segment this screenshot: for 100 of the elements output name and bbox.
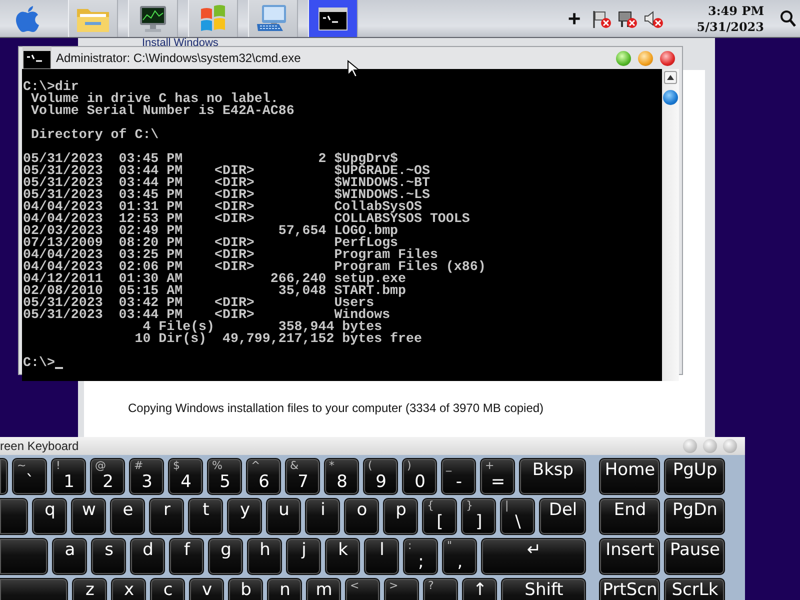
console-line: 04/04/2023 01:31 PM <DIR> CollabSysOS	[23, 201, 422, 213]
search-icon[interactable]	[780, 10, 796, 28]
window-title: Install Windows	[142, 37, 218, 49]
keyboard-key[interactable]: b	[228, 578, 263, 600]
keyboard-key[interactable]: ! 1	[51, 458, 86, 495]
console-line: 05/31/2023 03:42 PM <DIR> Users	[23, 297, 374, 309]
keyboard-key[interactable]: { [	[422, 498, 457, 535]
add-button[interactable]: +	[568, 6, 581, 32]
keyboard-key[interactable]: Insert	[599, 538, 660, 575]
keyboard-key[interactable]: ^ 6	[246, 458, 281, 495]
console-line: 02/08/2010 05:15 AM 35,048 START.bmp	[23, 285, 408, 297]
scrollbar[interactable]	[662, 69, 679, 381]
close-button[interactable]	[660, 50, 675, 66]
progress-status-text: Copying Windows installation files to your computer (3334 of 3970 MB copied)	[128, 401, 544, 415]
keyboard-key[interactable]: Home	[599, 458, 660, 495]
keyboard-key[interactable]: k	[325, 538, 360, 575]
keyboard-key[interactable]: g	[208, 538, 243, 575]
clock-time: 3:49 PM	[708, 2, 764, 18]
console-line: 04/04/2023 12:53 PM <DIR> COLLABSYSOS TOOLS	[23, 213, 471, 225]
keyboard-key[interactable]: y	[227, 498, 262, 535]
keyboard-key[interactable]: x	[111, 578, 146, 600]
keyboard-key[interactable]: # 3	[129, 458, 164, 495]
keyboard-key[interactable]: ↑	[462, 578, 497, 600]
keyboard-key[interactable]: >	[384, 578, 419, 600]
keyboard-key[interactable]: j	[286, 538, 321, 575]
keyboard-key[interactable]: q	[32, 498, 67, 535]
taskbar-button[interactable]	[128, 0, 178, 37]
keyboard-key[interactable]: t	[188, 498, 223, 535]
console-line: 05/31/2023 03:44 PM <DIR> $UPGRADE.~OS	[23, 165, 431, 177]
keyboard-key[interactable]: <	[345, 578, 380, 600]
keyboard-key[interactable]: + =	[480, 458, 515, 495]
keyboard-key[interactable]: % 5	[207, 458, 242, 495]
keyboard-key[interactable]: & 7	[285, 458, 320, 495]
speaker-mute-icon[interactable]	[642, 8, 663, 28]
monitor-icon	[138, 4, 168, 34]
keyboard-key[interactable]: Shift	[501, 578, 586, 600]
console-line: 10 Dir(s) 49,799,217,152 bytes free	[134, 333, 423, 345]
keyboard-key[interactable]: ~ `	[12, 458, 47, 495]
keyboard-key[interactable]: ?	[423, 578, 458, 600]
keyboard-key[interactable]: o	[344, 498, 379, 535]
network-error-icon[interactable]	[616, 8, 637, 28]
keyboard-key[interactable]: r	[149, 498, 184, 535]
keyboard-key[interactable]: p	[383, 498, 418, 535]
scroll-thumb[interactable]	[663, 90, 678, 105]
keyboard-key[interactable]: $ 4	[168, 458, 203, 495]
keyboard-key[interactable]: m	[306, 578, 341, 600]
keyboard-key[interactable]: a	[52, 538, 87, 575]
console-line: 05/31/2023 03:44 PM <DIR> Windows	[23, 309, 392, 321]
keyboard-key[interactable]: Del	[539, 498, 586, 535]
keyboard-key[interactable]: ↵	[481, 538, 586, 575]
up-arrow-icon	[667, 75, 674, 80]
keyboard-key[interactable]: PrtScn	[599, 578, 660, 600]
keyboard-key[interactable]: f	[169, 538, 204, 575]
keyboard-key[interactable]: } ]	[461, 498, 496, 535]
keyboard-key[interactable]: : ;	[403, 538, 438, 575]
keyboard-key[interactable]: Pause	[664, 538, 725, 575]
keyboard-key[interactable]: ScrLk	[664, 578, 725, 600]
keyboard-key[interactable]: u	[266, 498, 301, 535]
minimize-button[interactable]	[638, 50, 653, 66]
keyboard-key[interactable]: PgDn	[664, 498, 725, 535]
apple-icon[interactable]	[15, 4, 41, 32]
console-line: 05/31/2023 03:45 PM 2 $UpgDrv$	[23, 153, 398, 165]
keyboard-key[interactable]: n	[267, 578, 302, 600]
keyboard-key[interactable]: d	[130, 538, 165, 575]
console-line: 04/12/2011 01:30 AM 266,240 setup.exe	[23, 273, 408, 285]
keyboard-key[interactable]: @ 2	[90, 458, 125, 495]
keyboard-key[interactable]: s	[91, 538, 126, 575]
console-line: 05/31/2023 03:44 PM <DIR> $WINDOWS.~BT	[23, 177, 431, 189]
window-title: Administrator: C:\Windows\system32\cmd.exe	[56, 51, 301, 65]
keyboard-key[interactable]	[0, 458, 8, 495]
keyboard-key[interactable]: v	[189, 578, 224, 600]
console-line: 05/31/2023 03:45 PM <DIR> $WINDOWS.~LS	[23, 189, 431, 201]
console-line: Volume Serial Number is E42A-AC86	[30, 105, 296, 117]
flag-error-icon[interactable]	[590, 8, 611, 28]
keyboard-key[interactable]: ( 9	[363, 458, 398, 495]
keyboard-key[interactable]: " ,	[442, 538, 477, 575]
keyboard-key[interactable]: w	[71, 498, 106, 535]
window-title: reen Keyboard	[0, 439, 79, 453]
zoom-button[interactable]	[616, 50, 631, 66]
keyboard-key[interactable]: End	[599, 498, 660, 535]
keyboard-key[interactable]: e	[110, 498, 145, 535]
keyboard-key[interactable]: | \	[500, 498, 535, 535]
keyboard-key[interactable]: _ -	[441, 458, 476, 495]
terminal-icon	[318, 6, 348, 30]
keyboard-key[interactable]: l	[364, 538, 399, 575]
console-line: 07/13/2009 08:20 PM <DIR> PerfLogs	[23, 237, 399, 249]
console-line: Directory of C:\	[30, 129, 160, 141]
taskbar-button[interactable]	[308, 0, 358, 37]
clock-date: 5/31/2023	[696, 18, 764, 34]
keyboard-key[interactable]: * 8	[324, 458, 359, 495]
keyboard-key[interactable]: c	[150, 578, 185, 600]
keyboard-key[interactable]: ) 0	[402, 458, 437, 495]
keyboard-key[interactable]: z	[72, 578, 107, 600]
console-line: 4 File(s) 358,944 bytes	[142, 321, 384, 333]
scroll-up-button[interactable]	[664, 71, 678, 84]
console-line: 04/04/2023 03:25 PM <DIR> Program Files	[23, 249, 439, 261]
keyboard-key[interactable]: i	[305, 498, 340, 535]
keyboard-key[interactable]: Bksp	[519, 458, 586, 495]
keyboard-key[interactable]: PgUp	[664, 458, 725, 495]
keyboard-key[interactable]: h	[247, 538, 282, 575]
